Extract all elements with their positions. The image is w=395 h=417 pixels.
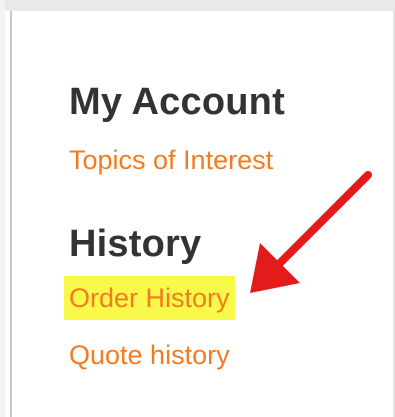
my-account-heading: My Account (69, 81, 285, 123)
left-border-outer (0, 0, 5, 417)
arrow-shaft (274, 171, 372, 269)
red-arrow-annotation-icon (250, 171, 372, 293)
top-border (0, 0, 395, 11)
order-history-link[interactable]: Order History (64, 276, 235, 320)
quote-history-link[interactable]: Quote history (69, 339, 230, 371)
left-border-divider (10, 11, 12, 417)
history-heading: History (69, 223, 202, 265)
page-frame: My Account Topics of Interest History Or… (0, 0, 395, 417)
